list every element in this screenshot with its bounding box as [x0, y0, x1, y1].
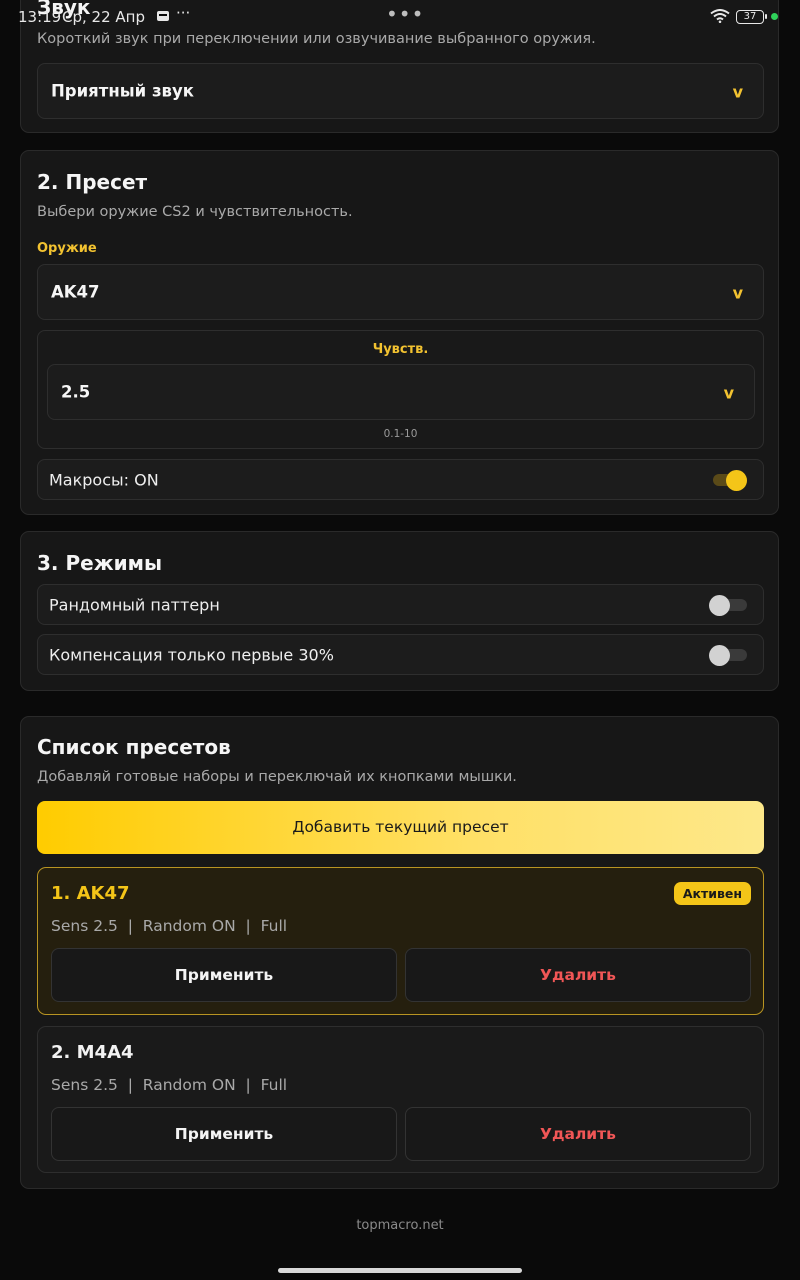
preset-title: 2. Пресет [37, 170, 148, 194]
notification-icon [157, 11, 169, 21]
status-time: 13:19 [18, 8, 62, 26]
presets-list-description: Добавляй готовые наборы и переключай их … [37, 769, 517, 785]
random-pattern-toggle[interactable] [709, 594, 749, 616]
mode-label: Рандомный паттерн [49, 595, 220, 614]
modes-title: 3. Режимы [37, 551, 163, 575]
app-screen: 13:19 Ср, 22 Апр ··· ••• 37 Звук Коротки… [0, 0, 800, 1280]
macros-label: Макросы: ON [49, 470, 159, 489]
macros-toggle[interactable] [711, 469, 749, 491]
sensitivity-label: Чувств. [372, 342, 429, 357]
weapon-label: Оружие [37, 241, 97, 256]
mode-row-compensation[interactable]: Компенсация только первые 30% [37, 634, 764, 675]
macros-row[interactable]: Макросы: ON [37, 459, 764, 500]
sensitivity-panel: Чувств. 2.5 v 0.1-10 [37, 330, 764, 449]
preset-item-ak47[interactable]: 1. AK47 Активен Sens 2.5 | Random ON | F… [37, 867, 764, 1015]
preset-name: 2. M4A4 [51, 1042, 134, 1063]
mode-label: Компенсация только первые 30% [49, 645, 334, 664]
home-indicator[interactable] [278, 1268, 522, 1273]
presets-list-title: Список пресетов [37, 735, 231, 759]
preset-name: 1. AK47 [51, 883, 130, 904]
preset-card: 2. Пресет Выбери оружие CS2 и чувствител… [20, 150, 779, 515]
apply-button[interactable]: Применить [51, 948, 397, 1002]
battery-icon: 37 [736, 10, 767, 24]
modes-card: 3. Режимы Рандомный паттерн Компенсация … [20, 531, 779, 691]
status-bar: 13:19 Ср, 22 Апр ··· ••• 37 [0, 0, 800, 34]
preset-info: Sens 2.5 | Random ON | Full [51, 1076, 288, 1094]
more-notifications-icon: ··· [176, 4, 191, 22]
sound-select-value: Приятный звук [51, 81, 194, 101]
sensitivity-select[interactable]: 2.5 v [47, 364, 755, 420]
delete-button[interactable]: Удалить [405, 1107, 751, 1161]
sensitivity-select-value: 2.5 [61, 382, 91, 402]
weapon-select[interactable]: AK47 v [37, 264, 764, 320]
preset-description: Выбери оружие CS2 и чувствительность. [37, 204, 353, 220]
chevron-down-icon: v [732, 283, 743, 303]
sound-select[interactable]: Приятный звук v [37, 63, 764, 119]
chevron-down-icon: v [732, 82, 743, 102]
preset-info: Sens 2.5 | Random ON | Full [51, 917, 288, 935]
delete-button[interactable]: Удалить [405, 948, 751, 1002]
window-menu-icon[interactable]: ••• [386, 2, 424, 26]
mic-indicator-icon [771, 13, 778, 20]
apply-button[interactable]: Применить [51, 1107, 397, 1161]
compensation-toggle[interactable] [709, 644, 749, 666]
chevron-down-icon: v [723, 383, 734, 403]
wifi-icon [710, 9, 730, 23]
sensitivity-range: 0.1-10 [383, 428, 418, 440]
footer-link[interactable]: topmacro.net [0, 1218, 800, 1233]
status-date: Ср, 22 Апр [62, 8, 145, 26]
mode-row-random-pattern[interactable]: Рандомный паттерн [37, 584, 764, 625]
weapon-select-value: AK47 [51, 282, 100, 302]
preset-item-m4a4[interactable]: 2. M4A4 Sens 2.5 | Random ON | Full Прим… [37, 1026, 764, 1173]
add-preset-button[interactable]: Добавить текущий пресет [37, 801, 764, 854]
active-badge: Активен [673, 882, 751, 905]
presets-list-card: Список пресетов Добавляй готовые наборы … [20, 716, 779, 1189]
